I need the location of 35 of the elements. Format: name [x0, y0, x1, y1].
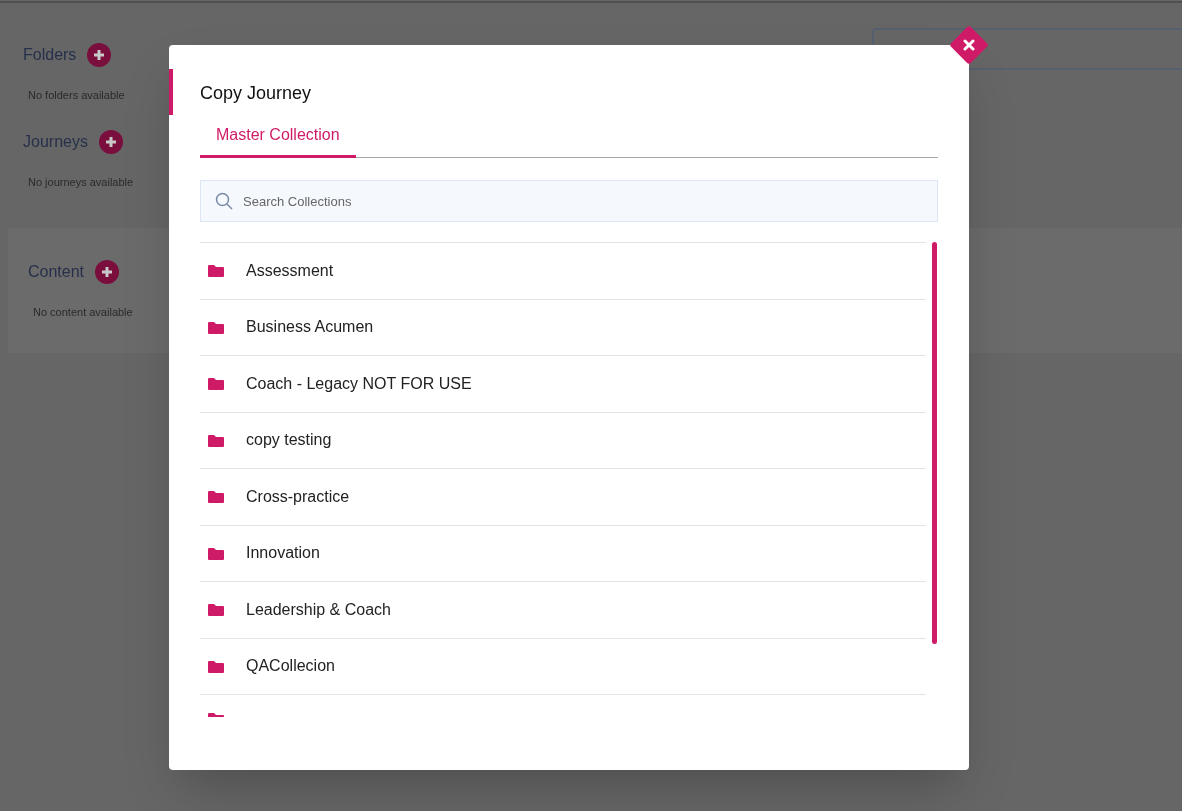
folder-icon: [207, 376, 225, 392]
collection-item[interactable]: copy testing: [200, 411, 926, 468]
folder-icon: [207, 602, 225, 618]
collection-item[interactable]: Coach - Legacy NOT FOR USE: [200, 355, 926, 412]
tab[interactable]: Master Collection: [200, 123, 356, 158]
collection-item[interactable]: QACollecion: [200, 637, 926, 694]
section-title: Folders: [23, 45, 77, 65]
scrollbar[interactable]: [932, 242, 937, 644]
section-title: Content: [28, 262, 85, 282]
add-button[interactable]: [87, 43, 112, 67]
collection-item[interactable]: Assessment: [200, 242, 926, 299]
empty-message: No content available: [32, 305, 133, 320]
search-field[interactable]: Search Collections: [200, 180, 938, 222]
folder-icon: [207, 658, 225, 674]
plus-icon: [104, 136, 117, 148]
add-button[interactable]: [95, 260, 120, 284]
plus-icon: [101, 266, 114, 278]
empty-message: No folders available: [27, 88, 125, 103]
folder-icon: [207, 432, 225, 448]
folder-icon: [207, 263, 225, 279]
folder-icon: [208, 713, 224, 717]
collection-item[interactable]: Business Acumen: [200, 298, 926, 355]
add-button[interactable]: [98, 130, 123, 154]
collection-item[interactable]: Cross-practice: [200, 468, 926, 525]
collection-item[interactable]: Leadership & Coach: [200, 581, 926, 638]
section-title: Journeys: [23, 132, 88, 152]
folder-icon: [207, 545, 225, 561]
dialog-title: Copy Journey: [200, 82, 313, 105]
close-icon: [963, 39, 975, 51]
plus-icon: [93, 49, 106, 61]
folder-icon: [207, 319, 225, 335]
empty-message: No journeys available: [27, 175, 134, 190]
collection-item[interactable]: Innovation: [200, 524, 926, 581]
search-icon: [215, 192, 233, 210]
folder-icon: [207, 489, 225, 505]
